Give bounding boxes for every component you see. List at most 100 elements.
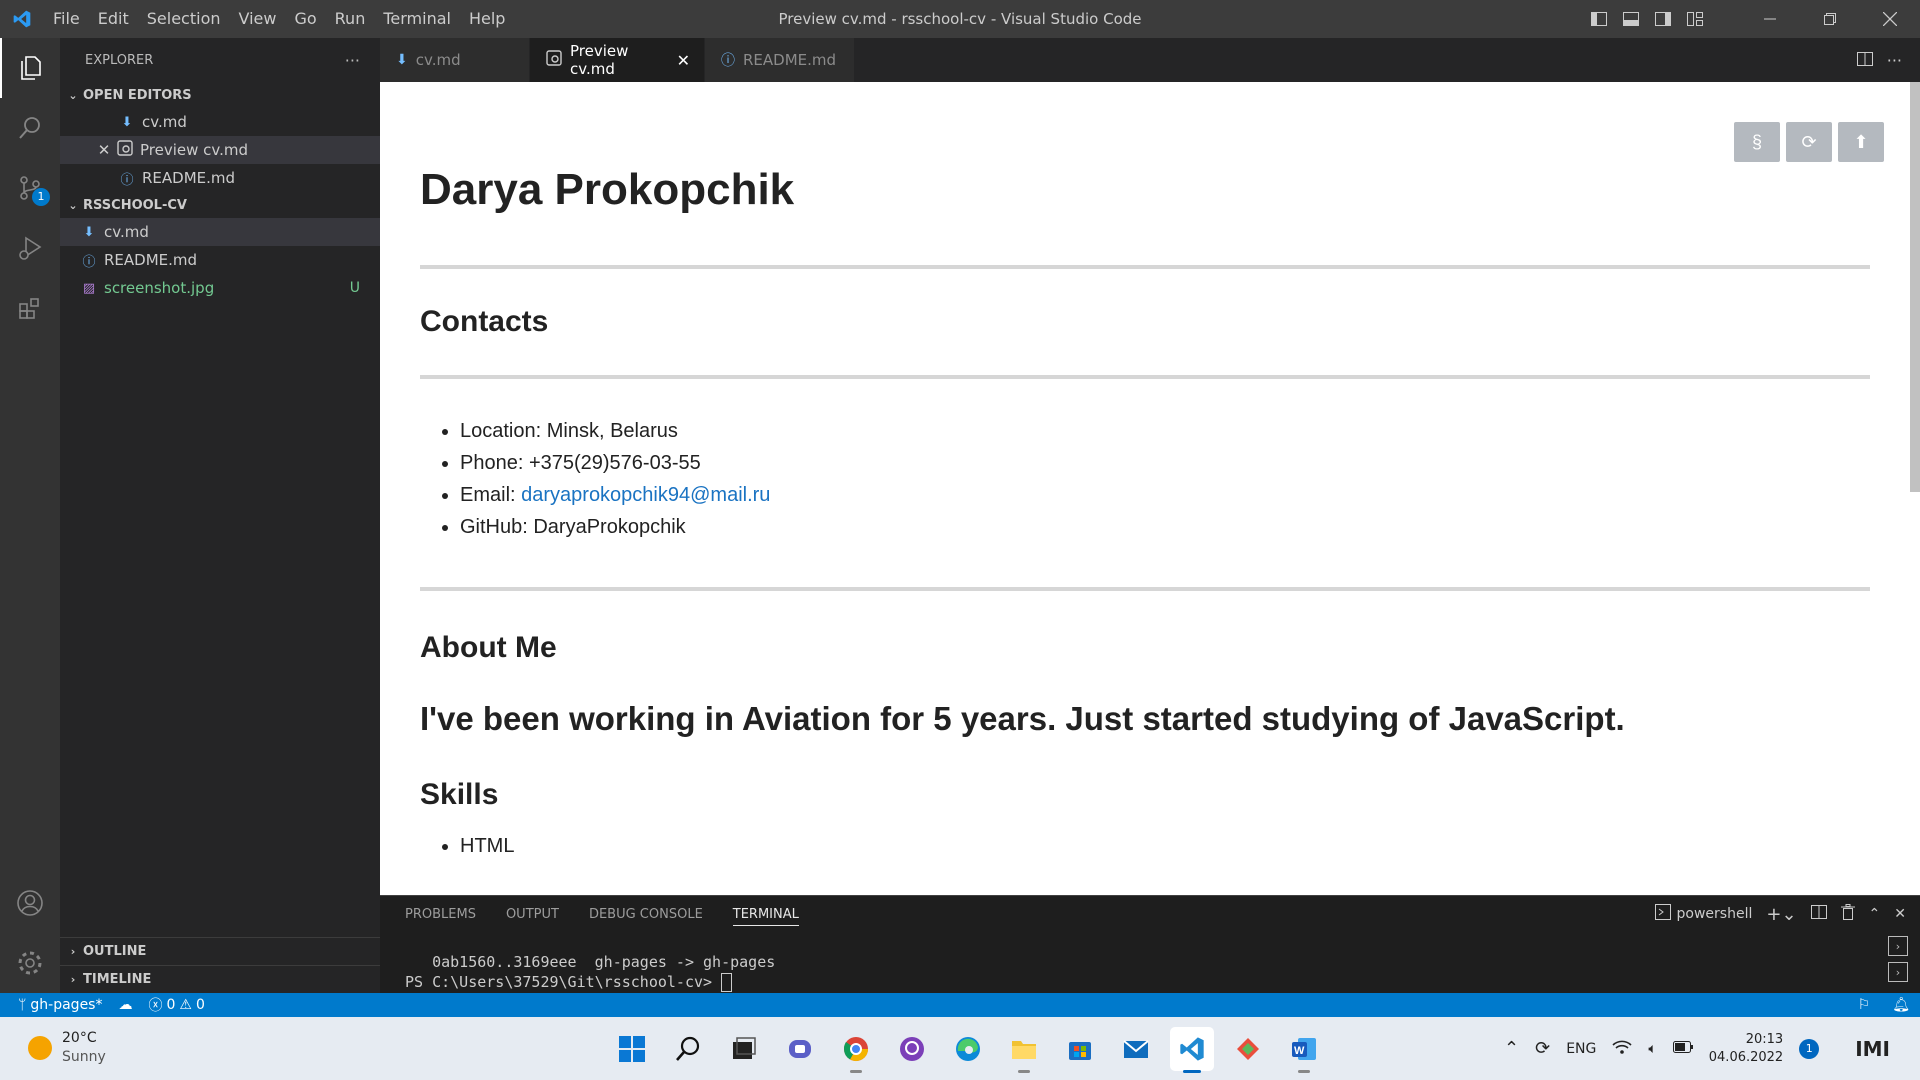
weather-widget[interactable]: 20°C Sunny xyxy=(28,1029,106,1067)
tab-preview-cv-md[interactable]: Preview cv.md ✕ xyxy=(530,38,705,82)
menu-go[interactable]: Go xyxy=(285,0,325,38)
live-share-icon[interactable]: ⚐ xyxy=(1858,997,1871,1013)
language-indicator[interactable]: ENG xyxy=(1566,1041,1596,1057)
shell-name[interactable]: powershell xyxy=(1677,906,1753,922)
split-terminal-icon[interactable] xyxy=(1810,905,1827,923)
tab-label: Preview cv.md xyxy=(570,42,629,78)
source-control-icon[interactable]: 1 xyxy=(0,158,60,218)
toggle-secondary-sidebar-icon[interactable] xyxy=(1650,6,1676,32)
tab-terminal[interactable]: TERMINAL xyxy=(732,896,799,926)
github-desktop-icon[interactable] xyxy=(890,1027,934,1071)
menu-edit[interactable]: Edit xyxy=(89,0,138,38)
terminal-instance-icon[interactable]: › xyxy=(1888,936,1908,956)
more-actions-icon[interactable]: ··· xyxy=(1887,51,1902,70)
word-icon[interactable]: W xyxy=(1282,1027,1326,1073)
email-link[interactable]: daryaprokopchik94@mail.ru xyxy=(521,484,770,506)
manage-gear-icon[interactable] xyxy=(0,933,60,993)
activity-bar: 1 xyxy=(0,38,60,993)
maximize-panel-icon[interactable]: ⌃ xyxy=(1869,906,1881,922)
more-actions-icon[interactable]: ··· xyxy=(345,51,360,70)
terminal-output[interactable]: 0ab1560..3169eee gh-pages -> gh-pages PS … xyxy=(405,952,775,992)
branch-indicator[interactable]: ᛘ gh-pages* xyxy=(0,997,110,1013)
battery-icon[interactable] xyxy=(1672,1040,1693,1057)
outline-label: OUTLINE xyxy=(83,944,147,959)
taskbar-search-icon[interactable] xyxy=(666,1027,710,1071)
accounts-icon[interactable] xyxy=(0,873,60,933)
open-editor-item[interactable]: ⓘ README.md xyxy=(60,164,380,192)
windows-taskbar: 20°C Sunny W ⌃ ⟳ ENG 🔈︎ 20:13 04.06.2022… xyxy=(0,1017,1920,1080)
file-item[interactable]: ⬇ cv.md xyxy=(60,218,380,246)
wifi-icon[interactable] xyxy=(1612,1039,1632,1059)
markdown-icon: ⬇ xyxy=(121,114,133,130)
untracked-status: U xyxy=(349,280,360,296)
open-editors-label: OPEN EDITORS xyxy=(83,87,192,103)
run-debug-icon[interactable] xyxy=(0,218,60,278)
minimize-icon[interactable] xyxy=(1740,0,1800,38)
close-panel-icon[interactable]: ✕ xyxy=(1894,906,1906,922)
close-editor-icon[interactable]: ✕ xyxy=(94,141,114,159)
tab-cv-md[interactable]: ⬇ cv.md xyxy=(380,38,530,82)
notifications-bell-icon[interactable]: 🔔︎ xyxy=(1892,997,1910,1013)
markdown-preview: § ⟳ ⬆ Darya Prokopchik Contacts Location… xyxy=(380,82,1920,895)
edge-icon[interactable] xyxy=(946,1027,990,1071)
close-tab-icon[interactable]: ✕ xyxy=(677,51,690,70)
extensions-icon[interactable] xyxy=(0,278,60,338)
menu-run[interactable]: Run xyxy=(326,0,375,38)
restore-icon[interactable] xyxy=(1800,0,1860,38)
tab-output[interactable]: OUTPUT xyxy=(506,896,559,926)
menu-file[interactable]: File xyxy=(44,0,89,38)
info-icon: ⓘ xyxy=(82,254,96,270)
menu-selection[interactable]: Selection xyxy=(138,0,230,38)
divider xyxy=(420,586,1870,591)
trash-icon[interactable] xyxy=(1840,904,1855,924)
running-indicator xyxy=(1298,1070,1310,1073)
menu-terminal[interactable]: Terminal xyxy=(374,0,460,38)
terminal-prompt-line: PS C:\Users\37529\Git\rsschool-cv> xyxy=(405,972,775,992)
sync-icon[interactable]: ⟳ xyxy=(1535,1038,1550,1059)
menu-view[interactable]: View xyxy=(230,0,286,38)
open-editor-item[interactable]: ✕ Preview cv.md xyxy=(60,136,380,164)
file-explorer-icon[interactable] xyxy=(1002,1027,1046,1073)
volume-icon[interactable]: 🔈︎ xyxy=(1648,1041,1656,1057)
tab-readme-md[interactable]: ⓘ README.md xyxy=(705,38,855,82)
terminal-instance-icon[interactable]: › xyxy=(1888,962,1908,982)
file-item[interactable]: ⓘ README.md xyxy=(60,246,380,274)
error-icon: ⓧ xyxy=(148,998,163,1014)
clock[interactable]: 20:13 04.06.2022 xyxy=(1709,1031,1783,1067)
menu-help[interactable]: Help xyxy=(460,0,514,38)
problems-indicator[interactable]: ⓧ 0 ⚠ 0 xyxy=(140,995,212,1015)
microsoft-store-icon[interactable] xyxy=(1058,1027,1102,1071)
git-branch-icon: ᛘ xyxy=(18,997,27,1013)
open-editor-item[interactable]: ⬇ cv.md xyxy=(60,108,380,136)
chrome-icon[interactable] xyxy=(834,1027,878,1073)
task-view-icon[interactable] xyxy=(722,1027,766,1071)
menu-bar: File Edit Selection View Go Run Terminal… xyxy=(44,0,514,38)
new-terminal-icon[interactable]: +⌄ xyxy=(1766,904,1796,925)
search-icon[interactable] xyxy=(0,98,60,158)
toggle-primary-sidebar-icon[interactable] xyxy=(1586,6,1612,32)
sync-indicator[interactable]: ☁ xyxy=(110,997,140,1013)
vscode-taskbar-icon[interactable] xyxy=(1170,1027,1214,1073)
toggle-panel-icon[interactable] xyxy=(1618,6,1644,32)
start-windows-icon[interactable] xyxy=(610,1027,654,1071)
timeline-section[interactable]: › TIMELINE xyxy=(60,966,380,993)
about-text: I've been working in Aviation for 5 year… xyxy=(420,699,1625,737)
contacts-list: Location: Minsk, Belarus Phone: +375(29)… xyxy=(420,415,1870,543)
close-window-icon[interactable] xyxy=(1860,0,1920,38)
explorer-icon[interactable] xyxy=(0,38,60,98)
git-kraken-icon[interactable] xyxy=(1226,1027,1270,1071)
chevron-up-icon[interactable]: ⌃ xyxy=(1504,1038,1519,1059)
tab-problems[interactable]: PROBLEMS xyxy=(405,896,476,926)
customize-layout-icon[interactable] xyxy=(1682,6,1708,32)
mail-icon[interactable] xyxy=(1114,1027,1158,1071)
file-item[interactable]: ▨ screenshot.jpg U xyxy=(60,274,380,302)
open-editors-section[interactable]: ⌄ OPEN EDITORS xyxy=(60,82,380,108)
teams-chat-icon[interactable] xyxy=(778,1027,822,1071)
notification-count[interactable]: 1 xyxy=(1799,1038,1820,1059)
preview-scrollbar[interactable] xyxy=(1910,82,1920,492)
folder-section[interactable]: ⌄ RSSCHOOL-CV xyxy=(60,192,380,218)
show-desktop-icon[interactable]: IⅯI xyxy=(1855,1037,1890,1061)
outline-section[interactable]: › OUTLINE xyxy=(60,938,380,966)
tab-debug-console[interactable]: DEBUG CONSOLE xyxy=(589,896,703,926)
split-editor-icon[interactable] xyxy=(1856,51,1873,70)
